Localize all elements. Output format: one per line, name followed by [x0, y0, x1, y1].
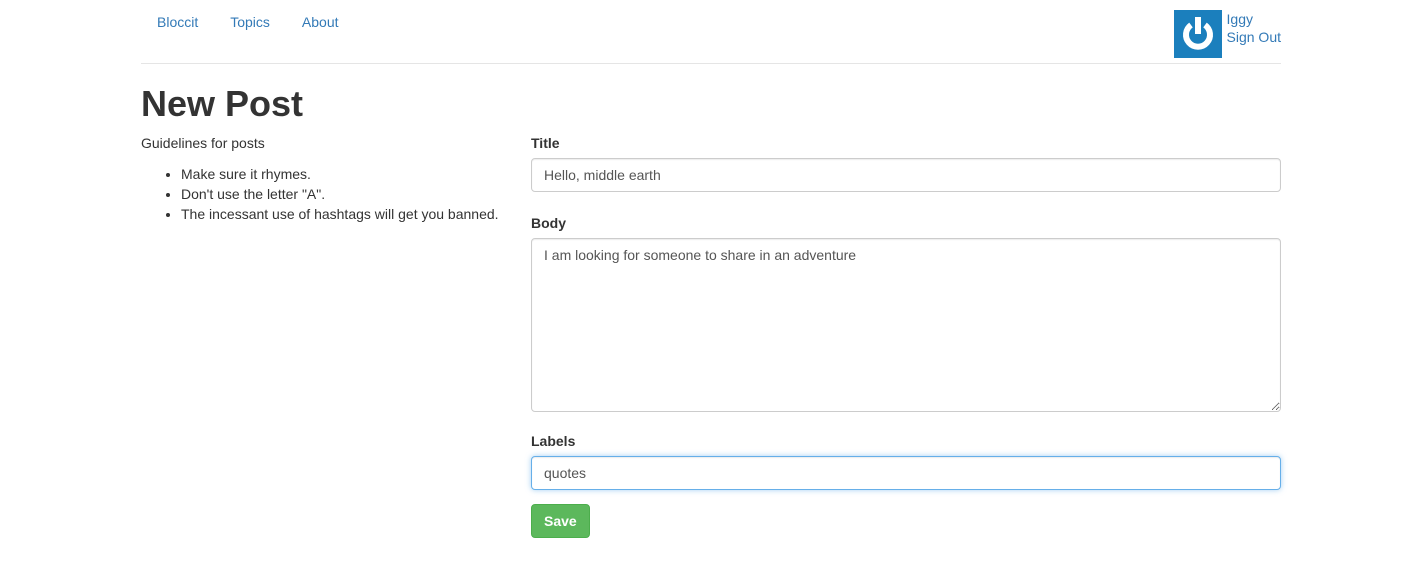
- guideline-item: Don't use the letter "A".: [181, 184, 511, 204]
- guidelines-panel: Guidelines for posts Make sure it rhymes…: [141, 135, 511, 224]
- top-navbar: Bloccit Topics About Iggy Sign Out: [141, 0, 1281, 64]
- guidelines-list: Make sure it rhymes. Don't use the lette…: [141, 164, 511, 224]
- body-textarea[interactable]: I am looking for someone to share in an …: [531, 238, 1281, 412]
- save-button[interactable]: Save: [531, 504, 590, 538]
- guideline-item: The incessant use of hashtags will get y…: [181, 204, 511, 224]
- title-label: Title: [531, 135, 560, 151]
- body-group: Body I am looking for someone to share i…: [531, 215, 1281, 412]
- guideline-item: Make sure it rhymes.: [181, 164, 511, 184]
- labels-group: Labels: [531, 433, 1281, 490]
- title-input[interactable]: [531, 158, 1281, 192]
- title-group: Title: [531, 135, 1281, 192]
- user-box: Iggy Sign Out: [1173, 10, 1281, 58]
- nav-link-bloccit[interactable]: Bloccit: [141, 14, 214, 30]
- nav-link-topics[interactable]: Topics: [214, 14, 286, 30]
- body-label: Body: [531, 215, 566, 231]
- power-icon: [1182, 17, 1213, 50]
- labels-label: Labels: [531, 433, 576, 449]
- page-title: New Post: [141, 83, 304, 124]
- guidelines-heading: Guidelines for posts: [141, 135, 265, 151]
- sign-out-link[interactable]: Sign Out: [1227, 28, 1281, 46]
- labels-input[interactable]: [531, 456, 1281, 490]
- user-links: Iggy Sign Out: [1227, 10, 1281, 46]
- user-name-link[interactable]: Iggy: [1227, 10, 1281, 28]
- new-post-form: Title Body I am looking for someone to s…: [531, 135, 1281, 538]
- nav-links: Bloccit Topics About: [141, 14, 355, 30]
- page-container: Bloccit Topics About Iggy Sign Out New P…: [141, 0, 1281, 538]
- nav-link-about[interactable]: About: [286, 14, 355, 30]
- avatar[interactable]: [1173, 10, 1222, 58]
